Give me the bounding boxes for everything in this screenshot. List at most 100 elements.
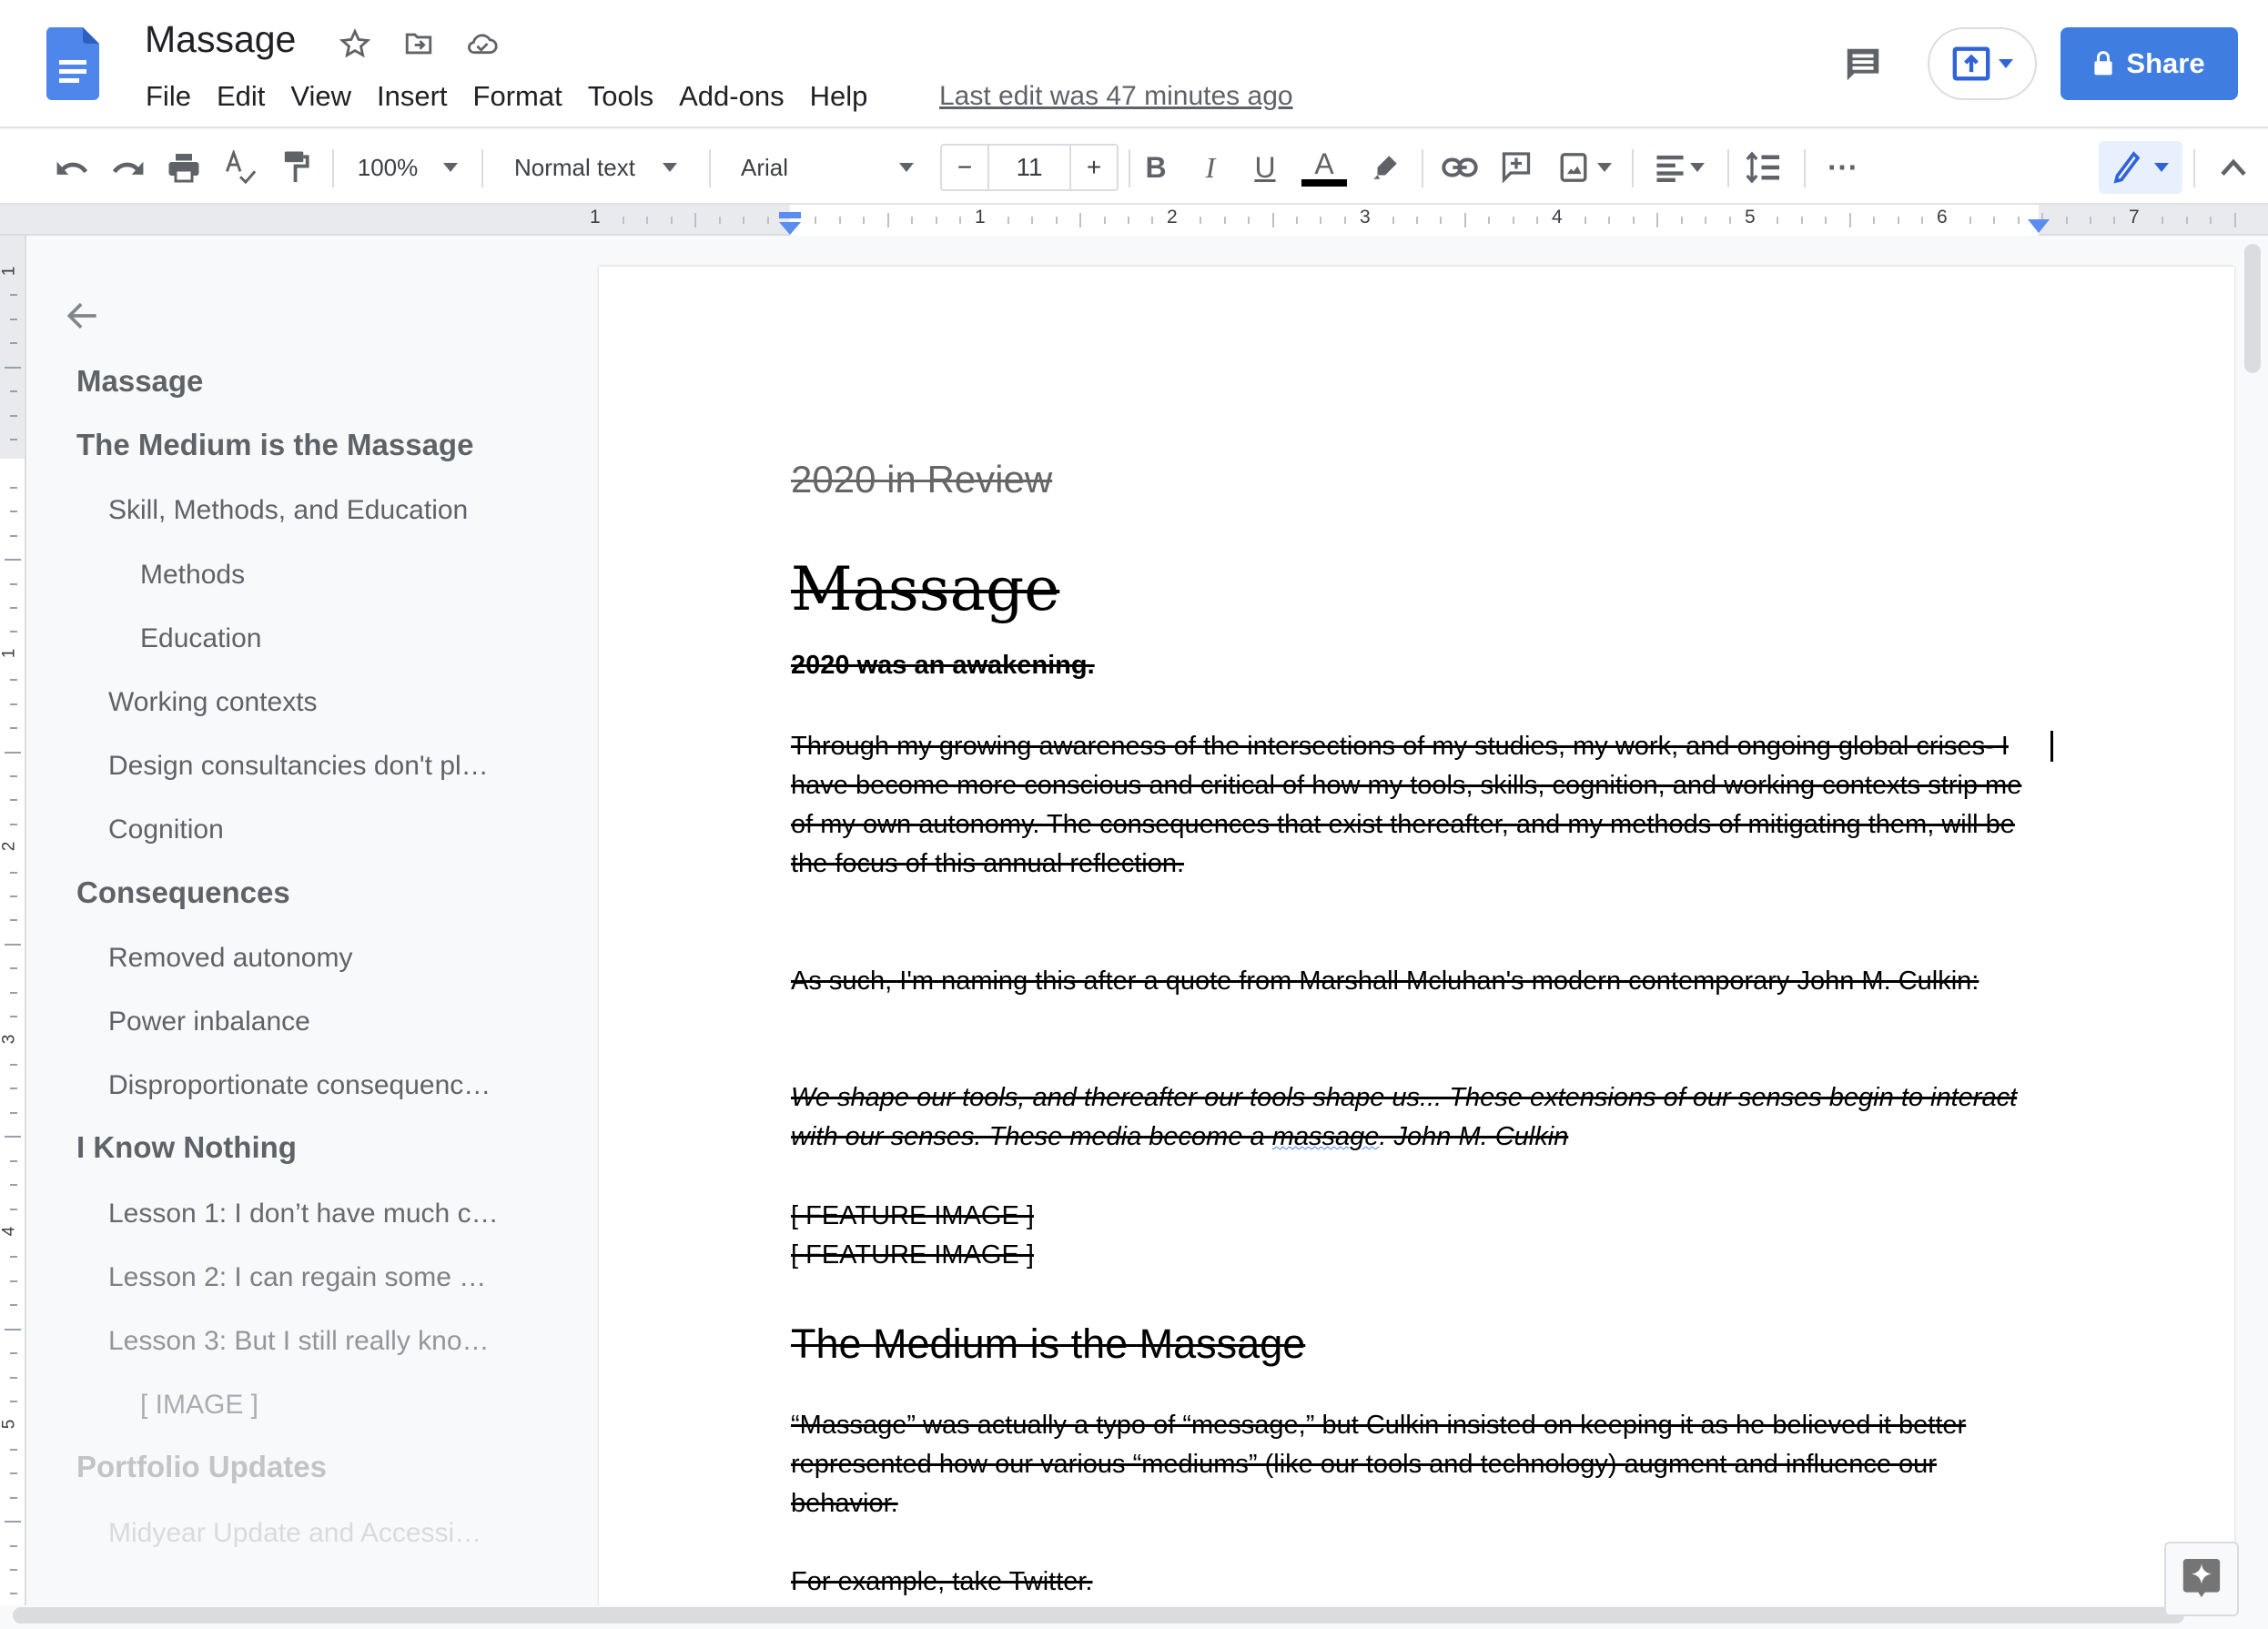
ruler-tick — [1632, 217, 1635, 224]
ruler-tick — [1416, 217, 1419, 224]
outline-item[interactable]: Removed autonomy — [108, 943, 352, 974]
text-color-button[interactable]: A — [1301, 130, 1347, 205]
vertical-ruler-tick — [10, 631, 17, 633]
chevron-up-icon — [2221, 158, 2246, 176]
share-button[interactable]: Share — [2060, 27, 2238, 100]
outline-item[interactable]: Power inbalance — [108, 1007, 310, 1037]
outline-item[interactable]: Lesson 2: I can regain some … — [108, 1262, 486, 1293]
toolbar-divider — [2193, 149, 2195, 187]
underline-button[interactable]: U — [1245, 130, 1285, 205]
add-comment-button[interactable] — [1496, 130, 1536, 205]
present-button[interactable] — [1928, 27, 2037, 100]
outline-item[interactable]: Education — [140, 623, 261, 654]
ruler-tick — [2089, 217, 2091, 224]
insert-image-button[interactable] — [1551, 130, 1620, 205]
insert-link-button[interactable] — [1438, 130, 1482, 205]
chevron-down-icon — [662, 163, 677, 172]
close-outline-back-arrow-icon[interactable] — [63, 296, 103, 336]
outline-item[interactable]: Design consultancies don't pl… — [108, 751, 489, 782]
outline-item[interactable]: Consequences — [76, 875, 290, 910]
document-page[interactable]: 2020 in Review Massage 2020 was an awake… — [599, 267, 2234, 1609]
comments-button[interactable] — [1838, 40, 1888, 89]
outline-item[interactable]: Disproportionate consequenc… — [108, 1070, 491, 1101]
ruler-tick — [1103, 217, 1106, 224]
outline-item[interactable]: Lesson 3: But I still really kno… — [108, 1326, 490, 1357]
ruler-tick — [1295, 217, 1298, 224]
undo-button[interactable] — [53, 130, 93, 205]
outline-item[interactable]: Massage — [76, 364, 203, 399]
add-comment-icon — [1502, 152, 1531, 184]
menu-tools[interactable]: Tools — [575, 76, 666, 116]
ruler-tick — [646, 217, 649, 224]
last-edit-link[interactable]: Last edit was 47 minutes ago — [939, 76, 1293, 116]
document-title[interactable]: Massage — [145, 18, 296, 61]
hide-menus-button[interactable] — [2212, 130, 2255, 205]
style-value: Normal text — [514, 153, 635, 181]
ruler-tick — [623, 217, 625, 224]
menu-addons[interactable]: Add-ons — [666, 76, 796, 116]
line-spacing-button[interactable] — [1740, 130, 1786, 205]
italic-button[interactable]: I — [1190, 130, 1230, 205]
menu-view[interactable]: View — [278, 76, 364, 116]
highlight-button[interactable] — [1365, 130, 1405, 205]
vertical-scrollbar-track[interactable] — [2239, 236, 2268, 1605]
horizontal-scrollbar-thumb[interactable] — [13, 1607, 2184, 1624]
star-icon[interactable] — [337, 25, 373, 62]
font-size-input[interactable]: 11 — [987, 146, 1071, 189]
left-indent-marker[interactable] — [778, 212, 802, 236]
ruler-tick — [1969, 217, 1971, 224]
ruler-tick — [766, 217, 769, 224]
bold-button[interactable]: B — [1136, 130, 1176, 205]
doc-quote: We shape our tools, and thereafter our t… — [791, 1078, 2047, 1157]
vertical-scrollbar-thumb[interactable] — [2244, 244, 2261, 373]
spellcheck-button[interactable] — [220, 130, 260, 205]
outline-item[interactable]: I Know Nothing — [76, 1130, 297, 1165]
outline-item[interactable]: Skill, Methods, and Education — [108, 495, 468, 526]
editing-mode-button[interactable] — [2099, 141, 2182, 194]
move-to-folder-icon[interactable] — [400, 25, 437, 62]
outline-item[interactable]: Working contexts — [108, 687, 318, 718]
ruler-tick — [1873, 217, 1876, 224]
right-indent-marker[interactable] — [2027, 218, 2050, 234]
vertical-ruler-tick — [10, 534, 17, 537]
decrease-font-size-button[interactable]: − — [942, 146, 987, 189]
explore-button[interactable] — [2164, 1542, 2239, 1616]
present-dropdown-icon[interactable] — [1999, 59, 2013, 68]
paragraph-style-select[interactable]: Normal text — [496, 130, 696, 205]
outline-item[interactable]: Cognition — [108, 814, 224, 845]
docs-logo-icon[interactable] — [46, 27, 99, 100]
increase-font-size-button[interactable]: + — [1071, 146, 1117, 189]
vertical-ruler[interactable]: 1 1 2 3 4 5 — [0, 236, 26, 1605]
doc-paragraph: For example, take Twitter. — [791, 1567, 1093, 1596]
menu-help[interactable]: Help — [797, 76, 881, 116]
menu-file[interactable]: File — [133, 76, 204, 116]
more-options-button[interactable]: ⋯ — [1820, 130, 1864, 205]
print-button[interactable] — [164, 130, 204, 205]
vertical-ruler-tick — [10, 919, 17, 922]
vertical-ruler-tick — [10, 1448, 17, 1451]
outline-item[interactable]: The Medium is the Massage — [76, 428, 473, 462]
print-icon — [168, 154, 199, 183]
align-button[interactable] — [1649, 130, 1711, 205]
font-select[interactable]: Arial — [724, 130, 925, 205]
outline-item[interactable]: Lesson 1: I don’t have much c… — [108, 1199, 499, 1229]
menu-insert[interactable]: Insert — [364, 76, 461, 116]
zoom-select[interactable]: 100% — [344, 130, 471, 205]
menu-edit[interactable]: Edit — [204, 76, 278, 116]
outline-item[interactable]: Portfolio Updates — [76, 1450, 327, 1484]
redo-button[interactable] — [107, 130, 147, 205]
chevron-down-icon — [1597, 163, 1612, 172]
spelling-suggestion[interactable]: massage — [1272, 1122, 1380, 1151]
ruler-tick — [1031, 217, 1034, 224]
outline-item[interactable]: Methods — [140, 560, 245, 591]
ruler-tick — [1585, 217, 1587, 224]
ruler-tick — [1536, 217, 1539, 224]
outline-item[interactable]: [ IMAGE ] — [140, 1390, 258, 1421]
menu-format[interactable]: Format — [461, 76, 575, 116]
outline-item[interactable]: Midyear Update and Accessi… — [108, 1518, 481, 1549]
cloud-saved-icon[interactable] — [464, 25, 501, 62]
horizontal-ruler[interactable]: 1 1 2 3 4 5 6 7 — [0, 205, 2268, 236]
doc-subtitle: 2020 in Review — [791, 458, 1053, 501]
ruler-tick — [815, 217, 817, 224]
paint-format-button[interactable] — [277, 130, 317, 205]
